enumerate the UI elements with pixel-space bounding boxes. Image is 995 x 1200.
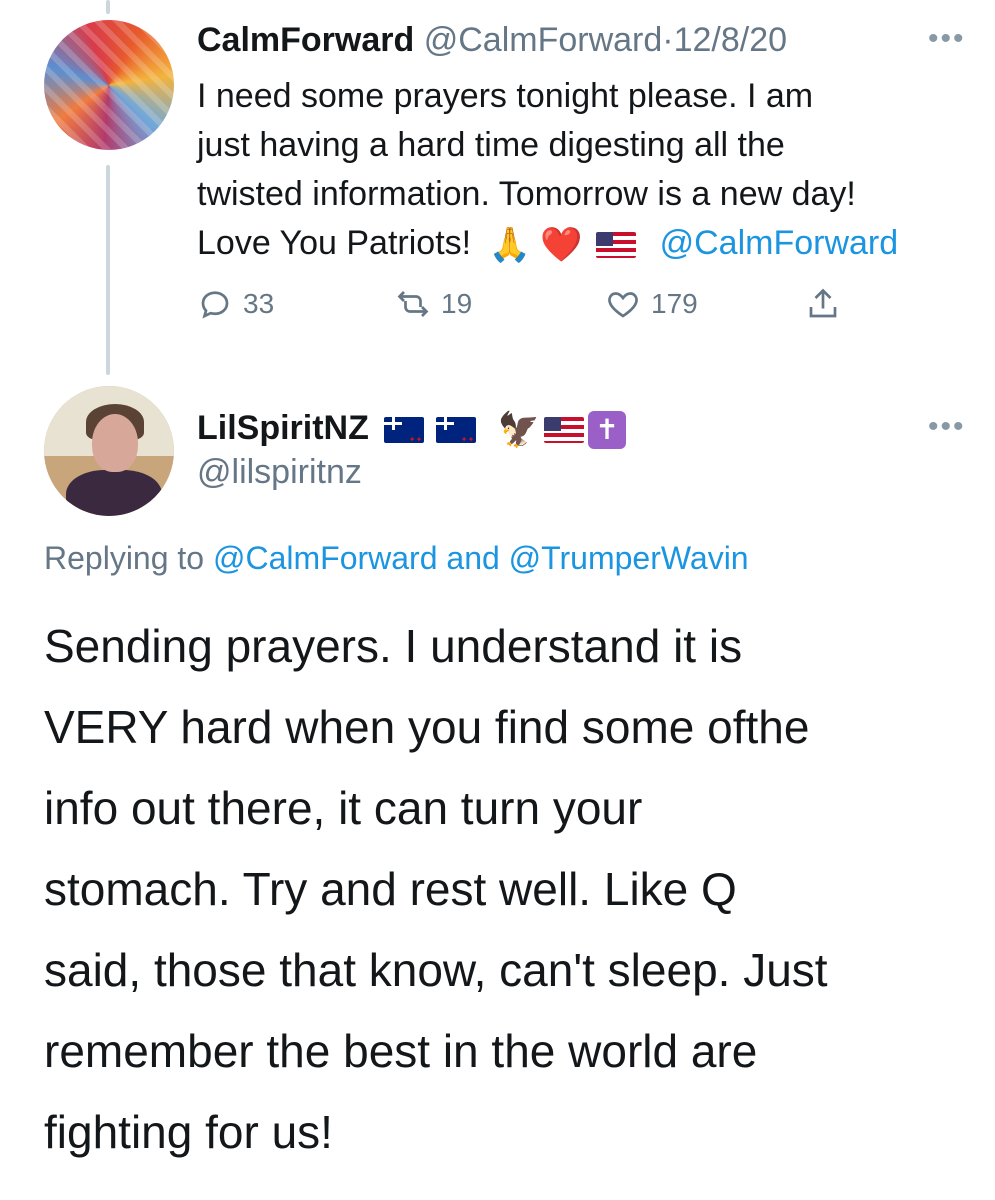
reply-tweet-header: LilSpiritNZ 🦅 ✝ bbox=[197, 408, 627, 460]
thread-line-top bbox=[106, 0, 110, 14]
latin-cross-emoji: ✝ bbox=[588, 411, 627, 450]
thread-connector-line bbox=[106, 165, 110, 375]
body-line: Sending prayers. I understand it is bbox=[44, 620, 743, 672]
like-count: 179 bbox=[651, 288, 698, 319]
replying-to-user-link[interactable]: @CalmForward bbox=[213, 540, 438, 576]
replying-to-label: Replying to bbox=[44, 540, 205, 576]
body-line: remember the best in the world are bbox=[44, 1025, 758, 1077]
tweet-text-line: just having a hard time digesting all th… bbox=[197, 126, 785, 164]
retweet-count: 19 bbox=[441, 288, 473, 319]
mention-link[interactable]: @CalmForward bbox=[660, 224, 899, 262]
nz-flag-icon bbox=[384, 417, 425, 460]
avatar-calmforward[interactable] bbox=[44, 20, 174, 150]
avatar-body bbox=[66, 470, 162, 516]
handle[interactable]: @lilspiritnz bbox=[197, 452, 362, 492]
replying-to-line: Replying to @CalmForward and @TrumperWav… bbox=[44, 538, 749, 578]
body-line: info out there, it can turn your bbox=[44, 782, 643, 834]
more-options-icon[interactable]: ••• bbox=[928, 410, 966, 444]
reply-tweet-body: Sending prayers. I understand it is VERY… bbox=[44, 606, 984, 1173]
us-flag-icon bbox=[544, 417, 585, 444]
heart-emoji: ❤️ bbox=[540, 225, 583, 264]
tweet-actions-bar: 33 19 179 bbox=[197, 282, 897, 326]
nz-flag-icon bbox=[436, 417, 477, 460]
handle[interactable]: @CalmForward bbox=[424, 21, 663, 59]
body-line: stomach. Try and rest well. Like Q bbox=[44, 863, 737, 915]
body-line: VERY hard when you find some ofthe bbox=[44, 701, 810, 753]
like-button[interactable]: 179 bbox=[605, 282, 698, 326]
reply-count: 33 bbox=[243, 288, 275, 319]
tweet-date[interactable]: 12/8/20 bbox=[674, 21, 787, 59]
avatar-face bbox=[92, 414, 138, 472]
like-icon bbox=[608, 292, 638, 318]
body-line: said, those that know, can't sleep. Just bbox=[44, 944, 828, 996]
reply-button[interactable]: 33 bbox=[197, 282, 274, 326]
reply-icon bbox=[201, 291, 229, 319]
us-flag-icon bbox=[596, 232, 637, 259]
avatar-lilspiritnz[interactable] bbox=[44, 386, 174, 516]
retweet-button[interactable]: 19 bbox=[395, 282, 472, 326]
replying-to-user-link[interactable]: @TrumperWavin bbox=[509, 540, 749, 576]
display-name[interactable]: LilSpiritNZ bbox=[197, 409, 369, 447]
body-line: fighting for us! bbox=[44, 1106, 333, 1158]
parent-tweet-text: I need some prayers tonight please. I am… bbox=[197, 72, 977, 270]
share-icon bbox=[809, 288, 837, 318]
eagle-emoji: 🦅 bbox=[497, 411, 541, 450]
tweet-text-line: I need some prayers tonight please. I am bbox=[197, 77, 814, 115]
share-button[interactable] bbox=[805, 282, 851, 326]
display-name[interactable]: CalmForward bbox=[197, 21, 414, 59]
more-options-icon[interactable]: ••• bbox=[928, 22, 966, 56]
tweet-text-fragment: Love You Patriots! bbox=[197, 224, 472, 262]
tweet-text-line: twisted information. Tomorrow is a new d… bbox=[197, 175, 856, 213]
retweet-icon bbox=[397, 291, 429, 317]
tweet-text-line-last: Love You Patriots! 🙏 ❤️ @CalmForward bbox=[197, 219, 977, 270]
parent-tweet-header: CalmForward @CalmForward·12/8/20 bbox=[197, 20, 787, 60]
praying-hands-emoji: 🙏 bbox=[488, 225, 531, 264]
replying-to-and: and bbox=[446, 540, 500, 576]
separator: · bbox=[662, 21, 674, 59]
